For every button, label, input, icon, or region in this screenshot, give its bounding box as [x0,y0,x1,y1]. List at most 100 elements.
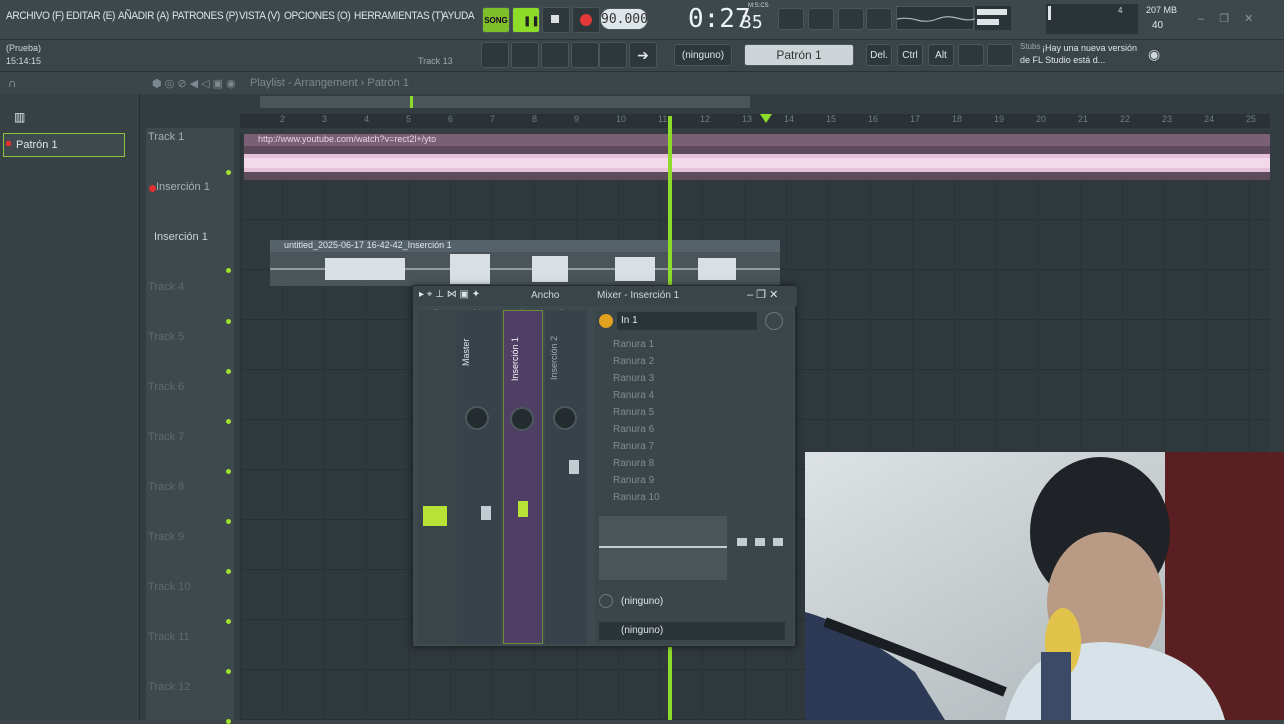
online-icon[interactable] [958,44,984,66]
playlist-scrollbar[interactable] [260,96,750,108]
song-mode-button[interactable]: SONG [482,7,510,33]
mixer-window-controls[interactable]: – ❐ ✕ [747,288,778,301]
fx-slot[interactable]: Ranura 8 [595,455,765,472]
track-led[interactable] [226,519,231,524]
input-select[interactable]: In 1 [617,312,757,330]
bar-number: 11 [658,114,668,124]
playhead-marker-icon[interactable] [760,114,772,123]
menu-anadir[interactable]: AÑADIR (A) [118,10,169,26]
ctrl-button[interactable]: Ctrl [897,44,923,66]
track-name[interactable]: Track 12 [148,681,190,693]
track-name[interactable]: Track 7 [148,431,184,443]
piano-icon[interactable]: ▥ [14,110,25,124]
fx-slot[interactable]: Ranura 7 [595,438,765,455]
mixer-title: Mixer - Inserción 1 [597,290,680,301]
menu-herramientas[interactable]: HERRAMIENTAS (T) [354,10,444,26]
cart-icon[interactable] [987,44,1013,66]
stop-button[interactable] [542,7,570,33]
track-name[interactable]: Track 8 [148,481,184,493]
fx-slot[interactable]: Ranura 4 [595,387,765,404]
fx-slot[interactable]: Ranura 10 [595,489,765,506]
menu-editar[interactable]: EDITAR (E) [66,10,115,26]
timeline-ruler[interactable]: 2 3 4 5 6 7 8 9 10 11 12 13 14 15 16 17 … [240,114,1270,128]
alt-button[interactable]: Alt [928,44,954,66]
track-name[interactable]: Track 6 [148,381,184,393]
track-name[interactable]: Track 1 [148,131,184,143]
playlist-icon[interactable] [481,42,509,68]
mixer-strip-master[interactable]: Master [457,310,501,644]
record-arm-icon[interactable] [149,185,156,192]
piano-roll-icon[interactable] [541,42,569,68]
menu-ayuda[interactable]: AYUDA [442,10,475,26]
track-name[interactable]: Track 11 [148,631,190,643]
fx-slot[interactable]: Ranura 3 [595,370,765,387]
track-led[interactable] [226,268,231,273]
play-button[interactable]: ❚❚ [512,7,540,33]
minimize-icon[interactable]: – [1198,13,1204,25]
magnet-icon[interactable]: ∩ [8,76,17,90]
arrow-right-icon[interactable]: ➔ [629,42,657,68]
countdown-icon[interactable] [866,8,892,30]
mixer-icon[interactable] [599,42,627,68]
pan-knob[interactable] [465,406,489,430]
record-button[interactable] [572,7,600,33]
mixer-strip-insert-1[interactable]: Inserción 1 [503,310,543,644]
eq-fader-low[interactable] [737,538,747,546]
track-name[interactable]: Track 9 [148,531,184,543]
restore-icon[interactable]: ❐ [1219,13,1229,25]
close-icon[interactable]: ✕ [1244,13,1253,25]
track-name[interactable]: Track 4 [148,281,184,293]
del-button[interactable]: Del. [866,44,892,66]
track-led[interactable] [226,419,231,424]
tempo-display[interactable]: 90.000 [600,8,648,30]
channel-rack-icon[interactable] [511,42,539,68]
fx-slot[interactable]: Ranura 9 [595,472,765,489]
mixer-strip-insert-2[interactable]: Inserción 2 [545,310,587,644]
track-name[interactable]: Track 10 [148,581,190,593]
output-select[interactable]: (ninguno) [621,596,663,607]
track-name[interactable]: Track 5 [148,331,184,343]
fx-slot[interactable]: Ranura 1 [595,336,765,353]
track-led[interactable] [226,469,231,474]
track-name[interactable]: Inserción 1 [154,231,208,243]
track-led[interactable] [226,170,231,175]
menu-opciones[interactable]: OPCIONES (O) [284,10,351,26]
track-led[interactable] [226,319,231,324]
pan-knob[interactable] [553,406,577,430]
menu-archivo[interactable]: ARCHIVO (F) [6,10,64,26]
eq-display[interactable] [599,516,727,580]
mixer-view-label[interactable]: Ancho [531,290,559,301]
browser-icon[interactable] [571,42,599,68]
audio-clip-recording[interactable]: untitled_2025-06-17 16-42-42_Inserción 1 [270,240,780,286]
track-led[interactable] [226,669,231,674]
menu-vista[interactable]: VISTA (V) [239,10,280,26]
bar-number: 21 [1078,114,1089,124]
track-led[interactable] [226,569,231,574]
eq-fader-mid[interactable] [755,538,765,546]
browser-pattern-item[interactable]: Patrón 1 [3,133,125,157]
track-name[interactable]: Inserción 1 [156,181,210,193]
volume-fader[interactable] [569,460,579,474]
news-message[interactable]: ¡Hay una nueva versión de FL Studio está… [1020,42,1144,66]
audio-clip-youtube[interactable]: http://www.youtube.com/watch?v=rect2l+/y… [244,134,1270,180]
fx-slot[interactable]: Ranura 6 [595,421,765,438]
pattern-select[interactable]: Patrón 1 [744,44,854,66]
volume-fader[interactable] [518,501,528,517]
eq-fader-high[interactable] [773,538,783,546]
volume-fader[interactable] [481,506,491,520]
menu-patrones[interactable]: PATRONES (P) [172,10,238,26]
typing-keyboard-icon[interactable] [778,8,804,30]
output-select-2[interactable]: (ninguno) [599,622,785,640]
fx-slot[interactable]: Ranura 2 [595,353,765,370]
pan-knob[interactable] [510,407,534,431]
track-led[interactable] [226,619,231,624]
bar-number: 10 [616,114,627,124]
wait-input-icon[interactable] [838,8,864,30]
metronome-icon[interactable] [808,8,834,30]
mixer-tools-icons[interactable]: ▸ ⌖ ⊥ ⋈ ▣ ✦ [419,289,480,300]
fx-enable-icon[interactable] [765,312,783,330]
track-led[interactable] [226,369,231,374]
globe-icon[interactable]: ◉ [1148,46,1160,63]
fx-slot[interactable]: Ranura 5 [595,404,765,421]
snap-select[interactable]: (ninguno) [674,44,732,66]
